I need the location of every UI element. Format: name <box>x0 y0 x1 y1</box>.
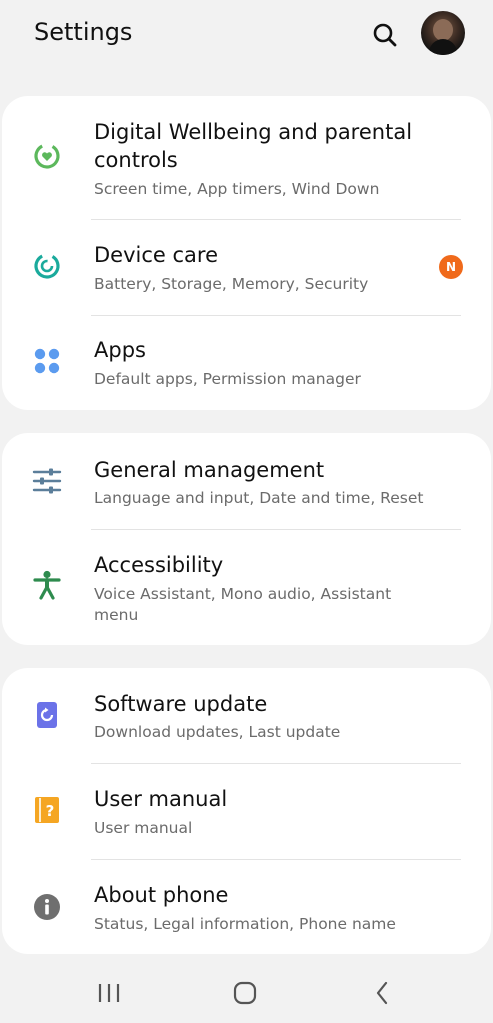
menu-item-digital-wellbeing[interactable]: Digital Wellbeing and parental controls … <box>2 96 491 220</box>
menu-item-subtitle: Download updates, Last update <box>94 723 341 741</box>
menu-item-label: General management <box>94 458 325 482</box>
top-bar: Settings <box>0 0 493 80</box>
accessibility-icon <box>32 570 62 600</box>
menu-item-subtitle: Status, Legal information, Phone name <box>94 915 396 933</box>
notification-badge: N <box>439 255 463 279</box>
sliders-icon <box>32 466 62 496</box>
device-care-icon <box>32 251 62 281</box>
menu-item-software-update[interactable]: Software update Download updates, Last u… <box>2 668 491 764</box>
search-icon[interactable] <box>370 20 400 50</box>
settings-group-2: General management Language and input, D… <box>2 433 491 645</box>
menu-item-label: Device care <box>94 243 219 267</box>
menu-item-subtitle: User manual <box>94 819 193 837</box>
apps-icon <box>32 346 62 376</box>
menu-item-label: Accessibility <box>94 553 224 577</box>
digital-wellbeing-icon <box>32 141 62 171</box>
menu-item-device-care[interactable]: Device care Battery, Storage, Memory, Se… <box>2 220 491 316</box>
recent-apps-icon[interactable] <box>97 982 121 1004</box>
menu-item-subtitle: Default apps, Permission manager <box>94 370 361 388</box>
menu-item-label: User manual <box>94 787 228 811</box>
home-icon[interactable] <box>233 981 257 1005</box>
menu-item-subtitle-line2: menu <box>94 606 139 624</box>
menu-item-subtitle: Battery, Storage, Memory, Security <box>94 275 369 293</box>
user-manual-icon: ? <box>32 795 62 825</box>
menu-item-subtitle: Language and input, Date and time, Reset <box>94 489 424 507</box>
back-icon[interactable] <box>374 980 390 1006</box>
menu-item-subtitle: Screen time, App timers, Wind Down <box>94 180 380 198</box>
menu-item-user-manual[interactable]: ? User manual User manual <box>2 764 491 860</box>
menu-item-label: Apps <box>94 338 146 362</box>
menu-item-general-management[interactable]: General management Language and input, D… <box>2 433 491 529</box>
menu-item-label: About phone <box>94 883 229 907</box>
menu-item-label: Software update <box>94 692 268 716</box>
software-update-icon <box>32 700 62 730</box>
avatar[interactable] <box>421 11 465 55</box>
menu-item-accessibility[interactable]: Accessibility Voice Assistant, Mono audi… <box>2 530 491 645</box>
menu-item-apps[interactable]: Apps Default apps, Permission manager <box>2 316 491 410</box>
svg-text:?: ? <box>46 802 55 820</box>
menu-item-subtitle: Voice Assistant, Mono audio, Assistant <box>94 585 392 603</box>
menu-item-about-phone[interactable]: About phone Status, Legal information, P… <box>2 860 491 954</box>
info-icon <box>32 892 62 922</box>
menu-item-label: Digital Wellbeing and parental <box>94 120 413 144</box>
page-title: Settings <box>34 18 133 46</box>
settings-group-3: Software update Download updates, Last u… <box>2 668 491 954</box>
navigation-bar <box>0 965 493 1023</box>
settings-group-1: Digital Wellbeing and parental controls … <box>2 96 491 410</box>
menu-item-label-line2: controls <box>94 148 178 172</box>
